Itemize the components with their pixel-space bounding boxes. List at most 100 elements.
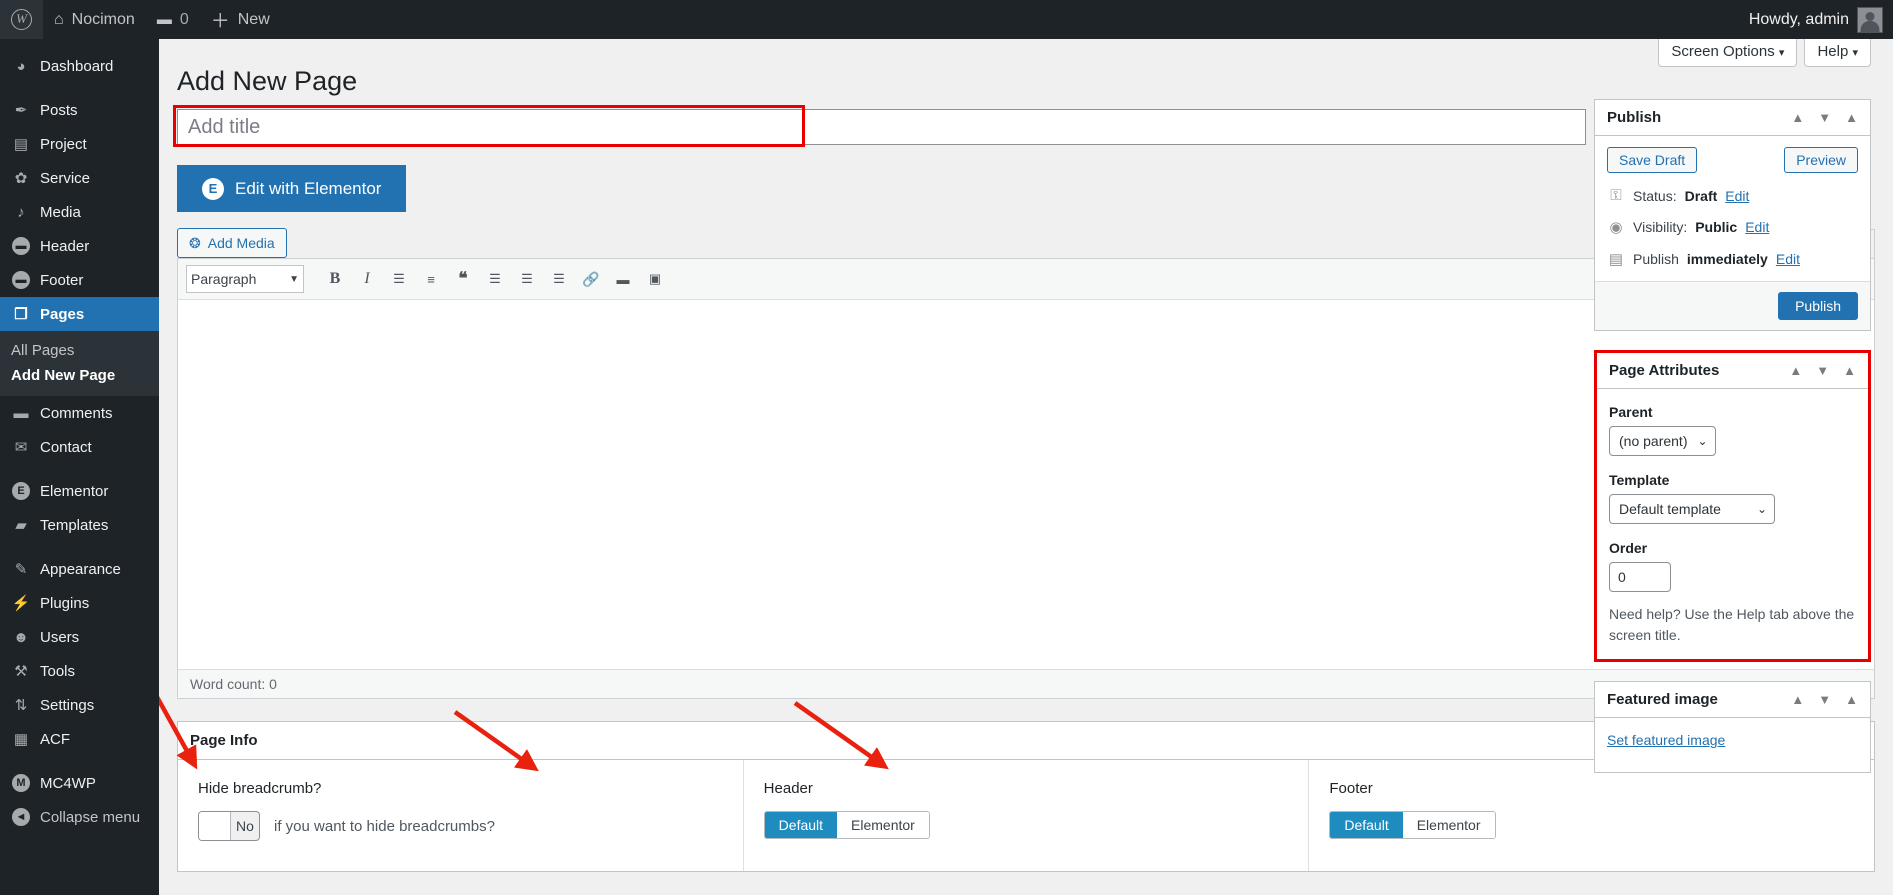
sidebar-item-project[interactable]: ▤ Project xyxy=(0,127,159,161)
preview-button[interactable]: Preview xyxy=(1784,147,1858,173)
collapse-arrow-icon: ◄ xyxy=(11,807,31,827)
hide-breadcrumb-hint: if you want to hide breadcrumbs? xyxy=(274,817,495,835)
featured-image-panel: Featured image ▲ ▼ ▲ Set featured image xyxy=(1594,681,1871,773)
header-type-buttongroup: Default Elementor xyxy=(763,811,930,840)
bold-icon[interactable]: B xyxy=(320,265,350,293)
parent-page-select[interactable]: (no parent) ⌄ xyxy=(1609,426,1716,456)
sidebar-item-templates[interactable]: ▰ Templates xyxy=(0,508,159,542)
sidebar-item-appearance[interactable]: ✎ Appearance xyxy=(0,552,159,586)
toggle-panel-icon[interactable]: ▲ xyxy=(1845,110,1858,125)
sidebar-item-acf[interactable]: ▦ ACF xyxy=(0,722,159,756)
keyboard-shortcuts-icon[interactable]: ▣ xyxy=(640,265,670,293)
sidebar-item-posts[interactable]: ✒ Posts xyxy=(0,93,159,127)
edit-visibility-link[interactable]: Edit xyxy=(1745,219,1769,235)
move-down-icon[interactable]: ▼ xyxy=(1818,110,1831,125)
sidebar-item-service[interactable]: ✿ Service xyxy=(0,161,159,195)
move-down-icon[interactable]: ▼ xyxy=(1818,692,1831,707)
blockquote-icon[interactable]: ❝ xyxy=(448,265,478,293)
user-icon: ☻ xyxy=(13,628,29,646)
mailchimp-icon: M xyxy=(11,773,31,793)
edit-with-elementor-button[interactable]: E Edit with Elementor xyxy=(177,165,407,213)
sidebar-item-header[interactable]: ▬ Header xyxy=(0,229,159,263)
comments-bubble[interactable]: ▬ 0 xyxy=(146,0,200,39)
read-more-icon[interactable]: ▬ xyxy=(608,265,638,293)
sidebar-item-label: Plugins xyxy=(40,594,90,612)
insert-link-icon[interactable]: 🔗 xyxy=(576,265,606,293)
sidebar-item-media[interactable]: ♪ Media xyxy=(0,195,159,229)
site-name-menu[interactable]: ⌂ Nocimon xyxy=(43,0,146,39)
header-option-default[interactable]: Default xyxy=(764,812,838,839)
envelope-icon: ✉ xyxy=(14,439,28,456)
screen-options-label: Screen Options xyxy=(1671,43,1775,60)
page-attributes-title: Page Attributes xyxy=(1609,362,1720,379)
sidebar-item-contact[interactable]: ✉ Contact xyxy=(0,430,159,464)
footer-option-elementor[interactable]: Elementor xyxy=(1402,812,1495,839)
featured-image-body: Set featured image xyxy=(1595,718,1870,772)
italic-icon[interactable]: I xyxy=(352,265,382,293)
wp-logo-menu[interactable] xyxy=(0,0,43,39)
page-attributes-body: Parent (no parent) ⌄ Template Default te… xyxy=(1597,389,1868,659)
screen-options-button[interactable]: Screen Options ▾ xyxy=(1658,39,1798,67)
sidebar-item-comments[interactable]: ▬ Comments xyxy=(0,396,159,430)
footer-option-default[interactable]: Default xyxy=(1330,812,1403,839)
publish-panel-footer: Publish xyxy=(1595,281,1870,330)
add-media-button[interactable]: ❂ Add Media xyxy=(177,228,287,259)
sidebar-item-label: Footer xyxy=(40,271,84,289)
sidebar-item-label: MC4WP xyxy=(40,774,96,792)
sidebar-item-label: Users xyxy=(40,628,80,646)
menu-spacer xyxy=(0,39,159,49)
align-center-icon[interactable]: ☰ xyxy=(512,265,542,293)
paragraph-format-select[interactable]: Paragraph ▼ xyxy=(186,265,304,294)
sidebar-item-users[interactable]: ☻ Users xyxy=(0,620,159,654)
paintbrush-icon: ✎ xyxy=(14,561,28,578)
move-down-icon[interactable]: ▼ xyxy=(1816,363,1829,378)
template-select[interactable]: Default template ⌄ xyxy=(1609,494,1775,524)
plus-icon: ＋ xyxy=(210,11,230,32)
move-up-icon[interactable]: ▲ xyxy=(1791,110,1804,125)
parent-label: Parent xyxy=(1609,404,1653,420)
greeting-label: Howdy, admin xyxy=(1748,10,1849,28)
sidebar-item-label: Tools xyxy=(40,662,76,680)
move-up-icon[interactable]: ▲ xyxy=(1791,692,1804,707)
dashboard-icon: ◕ xyxy=(16,57,26,75)
sidebar-item-pages[interactable]: ❐ Pages xyxy=(0,297,159,331)
sidebar-item-label: Media xyxy=(40,203,81,221)
sidebar-item-all-pages[interactable]: All Pages xyxy=(0,338,159,363)
sidebar-item-label: Pages xyxy=(40,305,85,323)
collapse-menu-button[interactable]: ◄ Collapse menu xyxy=(0,800,159,834)
bulleted-list-icon[interactable]: ☰ xyxy=(384,265,414,293)
help-button[interactable]: Help ▾ xyxy=(1804,39,1871,67)
sidebar-item-elementor[interactable]: E Elementor xyxy=(0,474,159,508)
new-content-menu[interactable]: ＋ New xyxy=(200,0,281,39)
status-value: Draft xyxy=(1684,187,1718,204)
toggle-knob xyxy=(199,812,231,841)
my-account-menu[interactable]: Howdy, admin xyxy=(1738,0,1849,39)
align-right-icon[interactable]: ☰ xyxy=(544,265,574,293)
comment-bubble-icon: ▬ xyxy=(156,11,172,28)
sidebar-item-dashboard[interactable]: ◕ Dashboard xyxy=(0,49,159,83)
hide-breadcrumb-toggle[interactable]: No xyxy=(198,811,260,842)
toggle-panel-icon[interactable]: ▲ xyxy=(1843,363,1856,378)
sidebar-item-mc4wp[interactable]: M MC4WP xyxy=(0,766,159,800)
numbered-list-icon[interactable]: ≡ xyxy=(416,265,446,293)
page-title-input[interactable] xyxy=(177,109,1586,146)
sidebar-item-footer[interactable]: ▬ Footer xyxy=(0,263,159,297)
align-left-icon[interactable]: ☰ xyxy=(480,265,510,293)
sidebar-item-settings[interactable]: ⇅ Settings xyxy=(0,688,159,722)
edit-schedule-link[interactable]: Edit xyxy=(1776,251,1800,267)
publish-button[interactable]: Publish xyxy=(1778,292,1858,320)
status-prefix: Status: xyxy=(1633,187,1677,204)
move-up-icon[interactable]: ▲ xyxy=(1789,363,1802,378)
sidebar-item-add-new-page[interactable]: Add New Page xyxy=(0,363,159,388)
sidebar-item-plugins[interactable]: ⚡ Plugins xyxy=(0,586,159,620)
toggle-panel-icon[interactable]: ▲ xyxy=(1845,692,1858,707)
header-option-elementor[interactable]: Elementor xyxy=(837,812,929,839)
edit-status-link[interactable]: Edit xyxy=(1725,188,1749,204)
avatar xyxy=(1857,6,1883,33)
grid-icon: ▦ xyxy=(13,731,29,748)
sidebar-item-tools[interactable]: ⚒ Tools xyxy=(0,654,159,688)
save-draft-button[interactable]: Save Draft xyxy=(1607,147,1698,173)
menu-order-input[interactable] xyxy=(1609,562,1671,592)
set-featured-image-link[interactable]: Set featured image xyxy=(1607,732,1725,748)
hide-breadcrumb-control: No if you want to hide breadcrumbs? xyxy=(198,811,725,842)
